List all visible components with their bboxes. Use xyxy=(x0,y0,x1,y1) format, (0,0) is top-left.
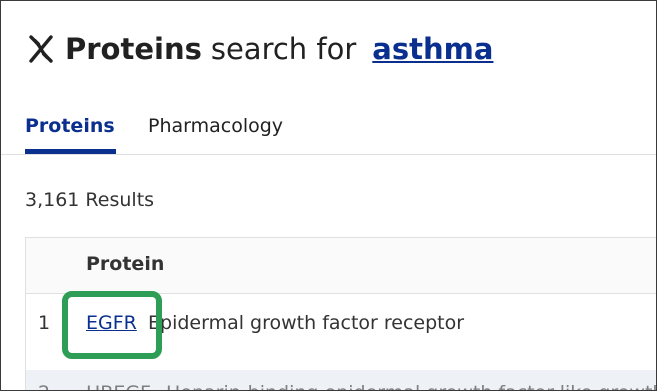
page-header: Proteins search for asthma xyxy=(25,27,493,71)
title-strong: Proteins xyxy=(65,32,202,66)
column-header-protein: Protein xyxy=(86,253,165,275)
highlight-box xyxy=(62,291,162,359)
results-count: 3,161 Results xyxy=(25,189,155,211)
protein-description: Epidermal growth factor receptor xyxy=(148,312,465,334)
dna-icon xyxy=(29,35,53,63)
protein-link[interactable]: HBEGF xyxy=(86,382,151,390)
title-rest: search for xyxy=(210,32,357,66)
active-tab-indicator xyxy=(25,149,116,154)
protein-description: Heparin-binding epidermal growth factor-… xyxy=(166,382,656,390)
tab-bar: Proteins Pharmacology xyxy=(1,101,656,155)
table-header-row: Protein xyxy=(26,238,656,294)
row-number: 2 xyxy=(38,382,50,390)
search-query-link[interactable]: asthma xyxy=(372,32,493,66)
tab-pharmacology[interactable]: Pharmacology xyxy=(148,101,283,151)
page-frame: Proteins search for asthma Proteins Phar… xyxy=(0,0,657,391)
row-number: 1 xyxy=(38,312,51,334)
table-row: 2 HBEGF Heparin-binding epidermal growth… xyxy=(26,370,656,390)
tab-proteins[interactable]: Proteins xyxy=(25,101,116,151)
